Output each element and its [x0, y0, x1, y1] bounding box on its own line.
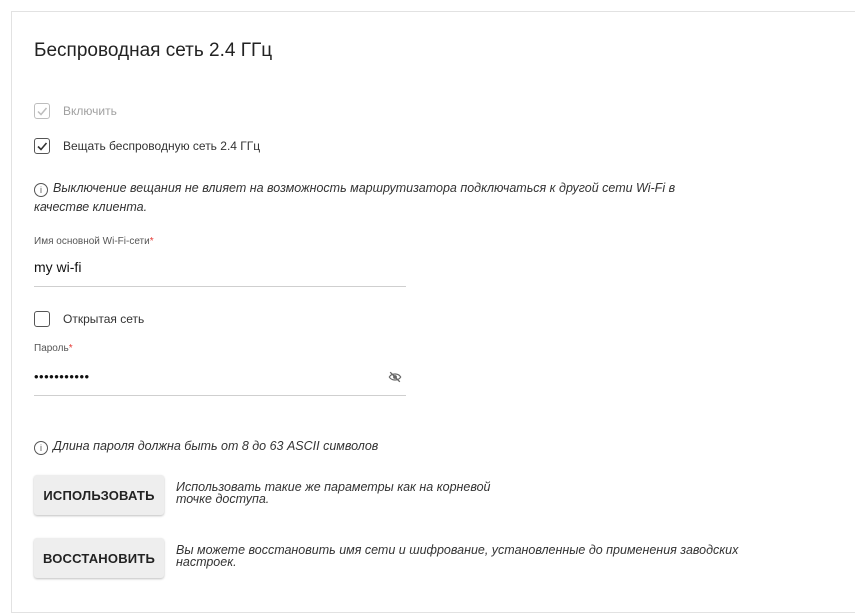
- restore-desc-line1: Вы можете восстановить имя сети и шифров…: [176, 543, 739, 557]
- ssid-input[interactable]: my wi-fi: [34, 259, 406, 287]
- checkmark-icon: [37, 107, 48, 116]
- open-network-checkbox-row[interactable]: Открытая сеть: [34, 311, 144, 327]
- enable-checkbox-row[interactable]: Включить: [34, 103, 117, 119]
- password-value: •••••••••••: [34, 369, 90, 384]
- broadcast-note-line1: Выключение вещания не влияет на возможно…: [53, 181, 676, 195]
- enable-label: Включить: [63, 104, 117, 118]
- open-network-checkbox[interactable]: [34, 311, 50, 327]
- ssid-label-text: Имя основной Wi-Fi-сети: [34, 236, 150, 247]
- password-label-text: Пароль: [34, 343, 69, 354]
- section-title: Беспроводная сеть 2.4 ГГц: [34, 40, 273, 61]
- password-input[interactable]: •••••••••••: [34, 368, 406, 396]
- broadcast-checkbox[interactable]: [34, 138, 50, 154]
- restore-description: Вы можете восстановить имя сети и шифров…: [176, 543, 739, 569]
- open-network-label: Открытая сеть: [63, 312, 145, 326]
- broadcast-label: Вещать беспроводную сеть 2.4 ГГц: [63, 139, 261, 153]
- broadcast-checkbox-row[interactable]: Вещать беспроводную сеть 2.4 ГГц: [34, 138, 260, 154]
- checkmark-icon: [37, 142, 48, 151]
- use-button[interactable]: ИСПОЛЬЗОВАТЬ: [34, 475, 164, 515]
- use-desc-line2: точке доступа.: [176, 492, 270, 506]
- restore-desc-line2: настроек.: [176, 555, 237, 569]
- password-field-label: Пароль*: [34, 343, 73, 354]
- info-icon: i: [34, 183, 48, 197]
- broadcast-note-line2: качестве клиента.: [34, 200, 148, 214]
- password-note-text: Длина пароля должна быть от 8 до 63 ASCI…: [53, 439, 379, 453]
- info-icon: i: [34, 441, 48, 455]
- restore-button[interactable]: ВОССТАНОВИТЬ: [34, 538, 164, 578]
- broadcast-info-note: i Выключение вещания не влияет на возможн…: [34, 179, 834, 217]
- use-description: Использовать такие же параметры как на к…: [176, 481, 491, 506]
- ssid-field-label: Имя основной Wi-Fi-сети*: [34, 236, 154, 247]
- enable-checkbox[interactable]: [34, 103, 50, 119]
- eye-off-icon[interactable]: [388, 370, 402, 384]
- password-info-note: i Длина пароля должна быть от 8 до 63 ASC…: [34, 437, 378, 456]
- required-mark: *: [68, 343, 73, 354]
- required-mark: *: [149, 236, 154, 247]
- ssid-value: my wi-fi: [34, 259, 82, 275]
